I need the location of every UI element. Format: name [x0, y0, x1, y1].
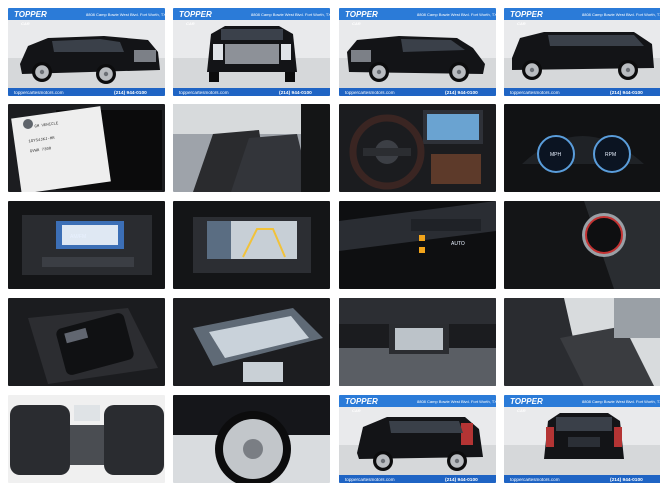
photo-gauge-cluster[interactable]: MPH RPM [504, 104, 660, 192]
photo-third-row-view-image [8, 395, 165, 483]
photo-climate-controls-image: AUTO [339, 201, 496, 289]
dealer-footer: toppercartesmotors.com (214) 944-0100 [8, 88, 165, 96]
dealer-website: toppercartesmotors.com [510, 477, 560, 482]
dealer-logo-sub: CAR [21, 21, 30, 26]
dealer-logo: TOPPER [510, 397, 543, 406]
svg-text:MPH: MPH [550, 152, 562, 158]
dealer-logo-sub: CAR [352, 408, 361, 413]
photo-steering-wheel[interactable] [339, 104, 496, 192]
dealer-phone: (214) 944-0100 [445, 90, 478, 96]
photo-gallery-grid: TOPPER CAR 8808 Camp Bowie West Blvd. Fo… [0, 0, 660, 485]
photo-exterior-rear-left[interactable]: TOPPER CAR 8808 Camp Bowie West Blvd. Fo… [339, 395, 496, 483]
dealer-logo: TOPPER [179, 10, 212, 19]
dealer-phone: (214) 944-0100 [279, 90, 312, 96]
photo-sunroof[interactable] [173, 298, 330, 386]
dealer-phone: (214) 944-0100 [114, 90, 147, 96]
photo-front-seats-image [173, 104, 330, 192]
photo-start-button[interactable] [504, 201, 660, 289]
dealer-website: toppercartesmotors.com [510, 90, 560, 95]
photo-wheel-image [173, 395, 330, 483]
dealer-address: 8808 Camp Bowie West Blvd. Fort Worth, T… [417, 399, 496, 404]
dealer-website: toppercartesmotors.com [14, 90, 64, 95]
dealer-logo-sub: CAR [517, 408, 526, 413]
photo-door-label[interactable]: GM VEHICLE 1GYS4JKJ-HR GVWR 7300 [8, 104, 165, 192]
dealer-address: 8808 Camp Bowie West Blvd. Fort Worth, T… [251, 12, 330, 17]
dealer-footer: toppercartesmotors.com (214) 944-0100 [504, 475, 660, 483]
photo-exterior-front-right-image: TOPPER CAR 8808 Camp Bowie West Blvd. Fo… [339, 8, 496, 96]
photo-wheel[interactable] [173, 395, 330, 483]
dealer-address: 8808 Camp Bowie West Blvd. Fort Worth, T… [86, 12, 165, 17]
dealer-footer: toppercartesmotors.com (214) 944-0100 [504, 88, 660, 96]
dealer-phone: (214) 944-0100 [610, 477, 643, 483]
photo-sunroof-image [173, 298, 330, 386]
dealer-website: toppercartesmotors.com [179, 90, 229, 95]
dealer-website: toppercartesmotors.com [345, 477, 395, 482]
dealer-logo-sub: CAR [186, 21, 195, 26]
photo-backup-camera-image [173, 201, 330, 289]
photo-rear-entertainment-image [339, 298, 496, 386]
dealer-footer: toppercartesmotors.com (214) 944-0100 [339, 88, 496, 96]
dealer-address: 8808 Camp Bowie West Blvd. Fort Worth, T… [582, 12, 660, 17]
photo-steering-wheel-image [339, 104, 496, 192]
dealer-phone: (214) 944-0100 [445, 477, 478, 483]
photo-exterior-rear-left-image: TOPPER CAR 8808 Camp Bowie West Blvd. Fo… [339, 395, 496, 483]
svg-text:RPM: RPM [605, 152, 616, 158]
dealer-logo-sub: CAR [352, 21, 361, 26]
photo-exterior-side-right-image: TOPPER CAR 8808 Camp Bowie West Blvd. Fo… [504, 8, 660, 96]
photo-third-row-view[interactable] [8, 395, 165, 483]
photo-infotainment-screen[interactable]: AM/FM [8, 201, 165, 289]
dealer-logo-sub: CAR [517, 21, 526, 26]
photo-console-charging-pad[interactable] [8, 298, 165, 386]
dealer-address: 8808 Camp Bowie West Blvd. Fort Worth, T… [417, 12, 496, 17]
dealer-logo: TOPPER [345, 10, 378, 19]
photo-second-row-seats-image [504, 298, 660, 386]
photo-second-row-seats[interactable] [504, 298, 660, 386]
dealer-website: toppercartesmotors.com [345, 90, 395, 95]
dealer-footer: toppercartesmotors.com (214) 944-0100 [339, 475, 496, 483]
photo-exterior-rear-image: TOPPER CAR 8808 Camp Bowie West Blvd. Fo… [504, 395, 660, 483]
photo-climate-controls[interactable]: AUTO [339, 201, 496, 289]
dealer-phone: (214) 944-0100 [610, 90, 643, 96]
dealer-logo: TOPPER [510, 10, 543, 19]
svg-text:AM/FM: AM/FM [70, 234, 86, 240]
photo-exterior-front-left-image: TOPPER CAR 8808 Camp Bowie West Blvd. Fo… [8, 8, 165, 96]
dealer-logo: TOPPER [345, 397, 378, 406]
photo-infotainment-screen-image: AM/FM [8, 201, 165, 289]
dealer-footer: toppercartesmotors.com (214) 944-0100 [173, 88, 330, 96]
photo-exterior-rear[interactable]: TOPPER CAR 8808 Camp Bowie West Blvd. Fo… [504, 395, 660, 483]
photo-backup-camera[interactable] [173, 201, 330, 289]
photo-front-seats[interactable] [173, 104, 330, 192]
photo-start-button-image [504, 201, 660, 289]
photo-exterior-front-image: TOPPER CAR 8808 Camp Bowie West Blvd. Fo… [173, 8, 330, 96]
photo-exterior-front-right[interactable]: TOPPER CAR 8808 Camp Bowie West Blvd. Fo… [339, 8, 496, 96]
photo-gauge-cluster-image: MPH RPM [504, 104, 660, 192]
svg-text:AUTO: AUTO [451, 241, 465, 247]
photo-console-charging-pad-image [8, 298, 165, 386]
photo-rear-entertainment[interactable] [339, 298, 496, 386]
photo-door-label-image: GM VEHICLE 1GYS4JKJ-HR GVWR 7300 [8, 104, 165, 192]
dealer-address: 8808 Camp Bowie West Blvd. Fort Worth, T… [582, 399, 660, 404]
dealer-logo: TOPPER [14, 10, 47, 19]
photo-exterior-side-right[interactable]: TOPPER CAR 8808 Camp Bowie West Blvd. Fo… [504, 8, 660, 96]
photo-exterior-front[interactable]: TOPPER CAR 8808 Camp Bowie West Blvd. Fo… [173, 8, 330, 96]
photo-exterior-front-left[interactable]: TOPPER CAR 8808 Camp Bowie West Blvd. Fo… [8, 8, 165, 96]
